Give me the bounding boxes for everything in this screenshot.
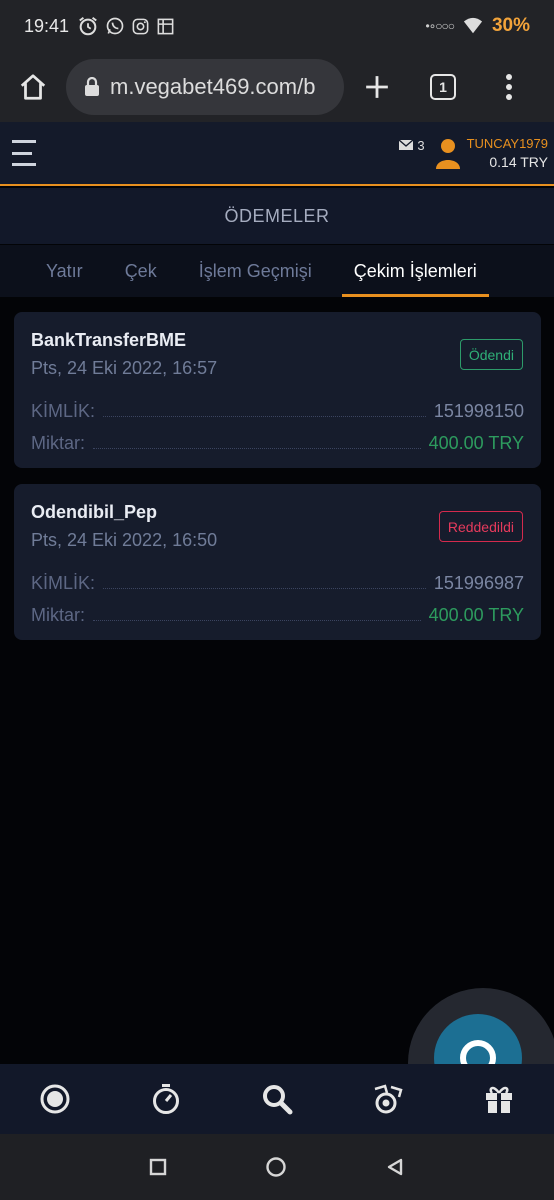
transaction-card: Odendibil_Pep Pts, 24 Eki 2022, 16:50 Re… bbox=[14, 484, 541, 640]
id-row: KİMLİK: 151998150 bbox=[31, 396, 524, 422]
address-bar[interactable]: m.vegabet469.com/b bbox=[66, 59, 344, 115]
browser-menu-button[interactable] bbox=[476, 52, 542, 122]
search-icon bbox=[262, 1085, 293, 1115]
mail-count: 3 bbox=[417, 137, 425, 153]
account-area: 3 TUNCAY1979 0.14 TRY bbox=[399, 136, 548, 170]
stopwatch-icon bbox=[153, 1084, 180, 1114]
nav-live[interactable] bbox=[0, 1064, 111, 1134]
tab-transaction-history[interactable]: İşlem Geçmişi bbox=[187, 245, 324, 297]
home-circle-icon[interactable] bbox=[265, 1156, 287, 1178]
amount-row: Miktar: 400.00 TRY bbox=[31, 600, 524, 626]
id-label: KİMLİK: bbox=[31, 573, 96, 593]
user-info[interactable]: TUNCAY1979 0.14 TRY bbox=[467, 136, 548, 170]
user-avatar-icon[interactable] bbox=[435, 137, 461, 169]
transaction-date: Pts, 24 Eki 2022, 16:57 bbox=[31, 358, 218, 378]
transaction-card: BankTransferBME Pts, 24 Eki 2022, 16:57 … bbox=[14, 312, 541, 468]
instagram-icon bbox=[132, 18, 149, 34]
tab-withdraw[interactable]: Çek bbox=[113, 245, 169, 297]
tab-switcher-button[interactable]: 1 bbox=[410, 52, 476, 122]
new-tab-button[interactable] bbox=[344, 52, 410, 122]
balance: 0.14 TRY bbox=[489, 154, 548, 170]
plus-icon bbox=[366, 76, 388, 98]
status-bar: 19:41 •∘○○○ 30% bbox=[0, 0, 554, 52]
transaction-id: 151998150 bbox=[433, 401, 524, 421]
status-badge: Reddedildi bbox=[438, 511, 523, 542]
url-text: m.vegabet469.com/b bbox=[110, 74, 316, 99]
transaction-amount: 400.00 TRY bbox=[428, 433, 524, 453]
amount-label: Miktar: bbox=[31, 433, 85, 453]
more-vertical-icon bbox=[506, 74, 512, 100]
system-icons: •∘○○○ 30% bbox=[426, 15, 531, 37]
lock-icon bbox=[85, 77, 99, 96]
back-icon[interactable] bbox=[385, 1157, 405, 1177]
system-navigation-bar bbox=[0, 1134, 554, 1200]
tab-count: 1 bbox=[430, 74, 456, 100]
tab-withdrawal-transactions[interactable]: Çekim İşlemleri bbox=[341, 245, 489, 297]
casino-icon bbox=[374, 1084, 403, 1114]
id-label: KİMLİK: bbox=[31, 401, 96, 421]
browser-toolbar: m.vegabet469.com/b 1 bbox=[0, 52, 554, 122]
nav-promotions[interactable] bbox=[443, 1064, 554, 1134]
whatsapp-icon bbox=[106, 17, 124, 35]
signal-dots-icon: •∘○○○ bbox=[425, 19, 455, 33]
mail-icon bbox=[399, 140, 414, 150]
gift-icon bbox=[485, 1086, 512, 1113]
transaction-date: Pts, 24 Eki 2022, 16:50 bbox=[31, 530, 218, 550]
home-icon bbox=[20, 74, 46, 100]
hamburger-menu-icon[interactable] bbox=[12, 140, 40, 166]
payment-tabs: Yatır Çek İşlem Geçmişi Çekim İşlemleri bbox=[0, 245, 554, 297]
nav-upcoming[interactable] bbox=[111, 1064, 222, 1134]
tab-deposit[interactable]: Yatır bbox=[34, 245, 95, 297]
nav-casino[interactable] bbox=[332, 1064, 443, 1134]
username: TUNCAY1979 bbox=[466, 136, 548, 151]
battery-level: 30% bbox=[491, 15, 530, 36]
bottom-navigation bbox=[0, 1064, 554, 1134]
browser-home-button[interactable] bbox=[0, 52, 66, 122]
alarm-icon bbox=[79, 16, 97, 36]
site-header: 3 TUNCAY1979 0.14 TRY bbox=[0, 122, 554, 186]
transaction-id: 151996987 bbox=[433, 573, 524, 593]
messages-button[interactable]: 3 bbox=[399, 137, 425, 153]
payment-method: BankTransferBME bbox=[31, 330, 187, 350]
live-icon bbox=[40, 1084, 70, 1114]
amount-row: Miktar: 400.00 TRY bbox=[31, 428, 524, 454]
nav-search[interactable] bbox=[222, 1064, 333, 1134]
wifi-icon bbox=[463, 17, 483, 34]
status-time: 19:41 bbox=[24, 15, 70, 36]
recents-icon[interactable] bbox=[149, 1158, 167, 1176]
transaction-amount: 400.00 TRY bbox=[428, 605, 524, 625]
status-badge: Ödendi bbox=[459, 339, 523, 370]
app-notification-icon bbox=[157, 18, 174, 34]
amount-label: Miktar: bbox=[31, 605, 85, 625]
notification-icons bbox=[77, 15, 175, 37]
id-row: KİMLİK: 151996987 bbox=[31, 568, 524, 594]
page-title: ÖDEMELER bbox=[0, 188, 554, 244]
payment-method: Odendibil_Pep bbox=[31, 502, 158, 522]
